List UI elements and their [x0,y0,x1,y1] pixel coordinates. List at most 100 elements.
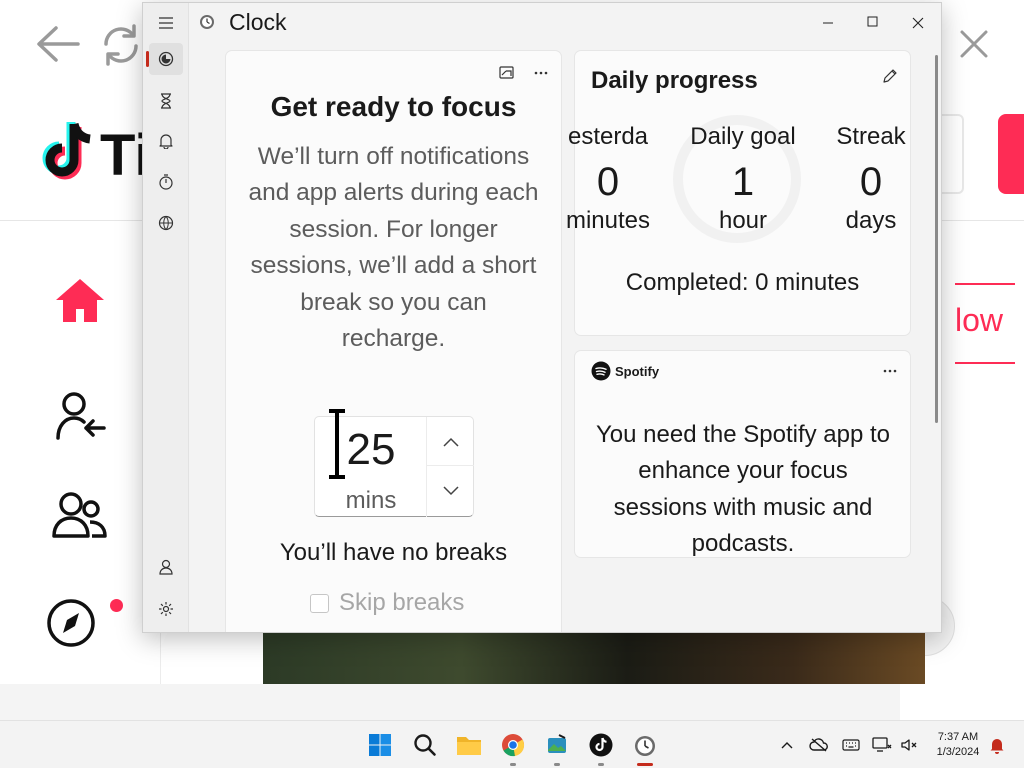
cloud-off-icon [809,738,828,752]
stat-yesterday: esterda 0 minutes [555,123,661,235]
spotify-message: You need the Spotify app to enhance your… [595,421,891,558]
stat-value: 0 [596,160,620,204]
stat-streak: Streak 0 days [811,123,931,235]
speaker-muted-icon [901,739,917,751]
title-bar[interactable]: Clock [143,3,941,43]
decrease-duration-button[interactable] [428,468,473,514]
minimize-button[interactable] [805,9,851,35]
stat-label: Daily goal [690,123,796,150]
spotify-brand-text: Spotify [615,363,660,379]
reload-icon[interactable] [98,22,144,68]
running-indicator [510,763,516,766]
bell-icon [990,739,1004,754]
network-icon [872,737,892,752]
divider [955,362,1015,364]
stat-unit: minutes [565,207,651,234]
hourglass-icon [161,93,171,109]
more-options-icon[interactable] [532,65,550,81]
volume-tray-icon[interactable] [899,735,919,755]
duration-unit: mins [345,487,397,514]
daily-progress-card: Daily progress esterda 0 minutes Daily g… [566,50,911,336]
taskbar-search-button[interactable] [411,731,439,759]
stat-label: esterda [567,123,649,150]
friends-icon[interactable] [52,492,108,538]
skip-breaks-checkbox[interactable]: Skip breaks [310,588,464,618]
stat-value: 1 [731,160,755,204]
rail-item-alarm[interactable] [149,125,183,157]
gear-icon [159,602,173,616]
maximize-button[interactable] [850,9,896,35]
video-thumbnail[interactable] [263,633,925,684]
taskbar-photos[interactable] [543,731,571,759]
skip-breaks-label: Skip breaks [339,589,465,616]
completed-text: Completed: 0 minutes [625,269,860,296]
running-indicator-active [637,763,653,766]
running-indicator [598,763,604,766]
system-clock[interactable]: 7:37 AM 1/3/2024 [930,730,986,760]
globe-icon [158,215,174,231]
onedrive-tray-icon[interactable] [809,735,829,755]
spotify-card: Spotify You need the Spotify app to enha… [574,350,911,558]
breaks-info: You’ll have no breaks [279,539,508,566]
search-icon [414,734,436,756]
stat-label: Streak [836,123,906,150]
show-hidden-icons-button[interactable] [777,735,797,755]
compact-overlay-icon[interactable] [498,65,516,81]
taskbar-chrome[interactable] [499,731,527,759]
focus-session-card: Get ready to focus We’ll turn off notifi… [225,50,562,632]
keyboard-icon [842,739,860,751]
bell-icon [159,134,173,149]
checkbox-box[interactable] [310,593,329,613]
clock-time: 7:37 AM [937,731,979,743]
network-tray-icon[interactable] [872,735,892,755]
rail-item-account[interactable] [149,551,183,583]
running-indicator [554,763,560,766]
more-options-icon[interactable] [881,363,899,379]
chevron-up-icon [442,437,459,447]
explore-compass-icon[interactable] [46,598,96,648]
follow-link[interactable]: low [955,302,1003,339]
edit-pencil-icon[interactable] [881,67,899,85]
folder-icon [457,737,481,755]
vertical-scrollbar[interactable] [935,55,938,423]
bg-upload-button[interactable] [998,114,1024,194]
back-arrow-icon[interactable] [34,24,80,64]
taskbar-clock[interactable] [631,731,659,759]
divider [955,283,1015,285]
keyboard-tray-icon[interactable] [841,735,861,755]
focus-description: We’ll turn off notifications and app ale… [248,143,539,353]
navigation-rail [143,3,189,632]
tiktok-icon [589,733,613,757]
home-icon[interactable] [54,276,106,324]
start-button[interactable] [366,731,394,759]
rail-item-focus-sessions[interactable] [146,43,183,75]
increase-duration-button[interactable] [428,419,473,465]
rail-item-settings[interactable] [149,593,183,625]
chevron-down-icon [442,486,459,496]
taskbar-file-explorer[interactable] [455,731,483,759]
rail-item-world-clock[interactable] [149,207,183,239]
following-icon[interactable] [54,390,106,442]
close-icon[interactable] [958,28,990,60]
notifications-tray-icon[interactable] [987,735,1007,755]
horizontal-scroll-area [0,684,900,720]
spotify-icon [591,361,611,381]
account-icon [159,559,173,575]
tiktok-logo-icon[interactable] [34,118,104,188]
stat-value: 0 [859,160,883,204]
stopwatch-icon [159,174,173,190]
clock-window: Clock Get ready to focus We’ll turn off … [142,2,942,633]
clock-app-icon [200,15,214,29]
close-window-button[interactable] [895,9,941,35]
app-title: Clock [229,9,287,35]
taskbar-tiktok[interactable] [587,731,615,759]
chrome-icon [502,734,525,757]
rail-item-timer[interactable] [149,85,183,117]
stat-daily-goal[interactable]: Daily goal 1 hour [683,123,803,235]
clock-icon [635,736,655,756]
focus-title: Get ready to focus [270,91,517,122]
rail-item-stopwatch[interactable] [149,166,183,198]
daily-progress-title: Daily progress [591,67,758,94]
clock-date: 1/3/2024 [936,746,980,758]
chevron-up-icon [781,742,793,749]
